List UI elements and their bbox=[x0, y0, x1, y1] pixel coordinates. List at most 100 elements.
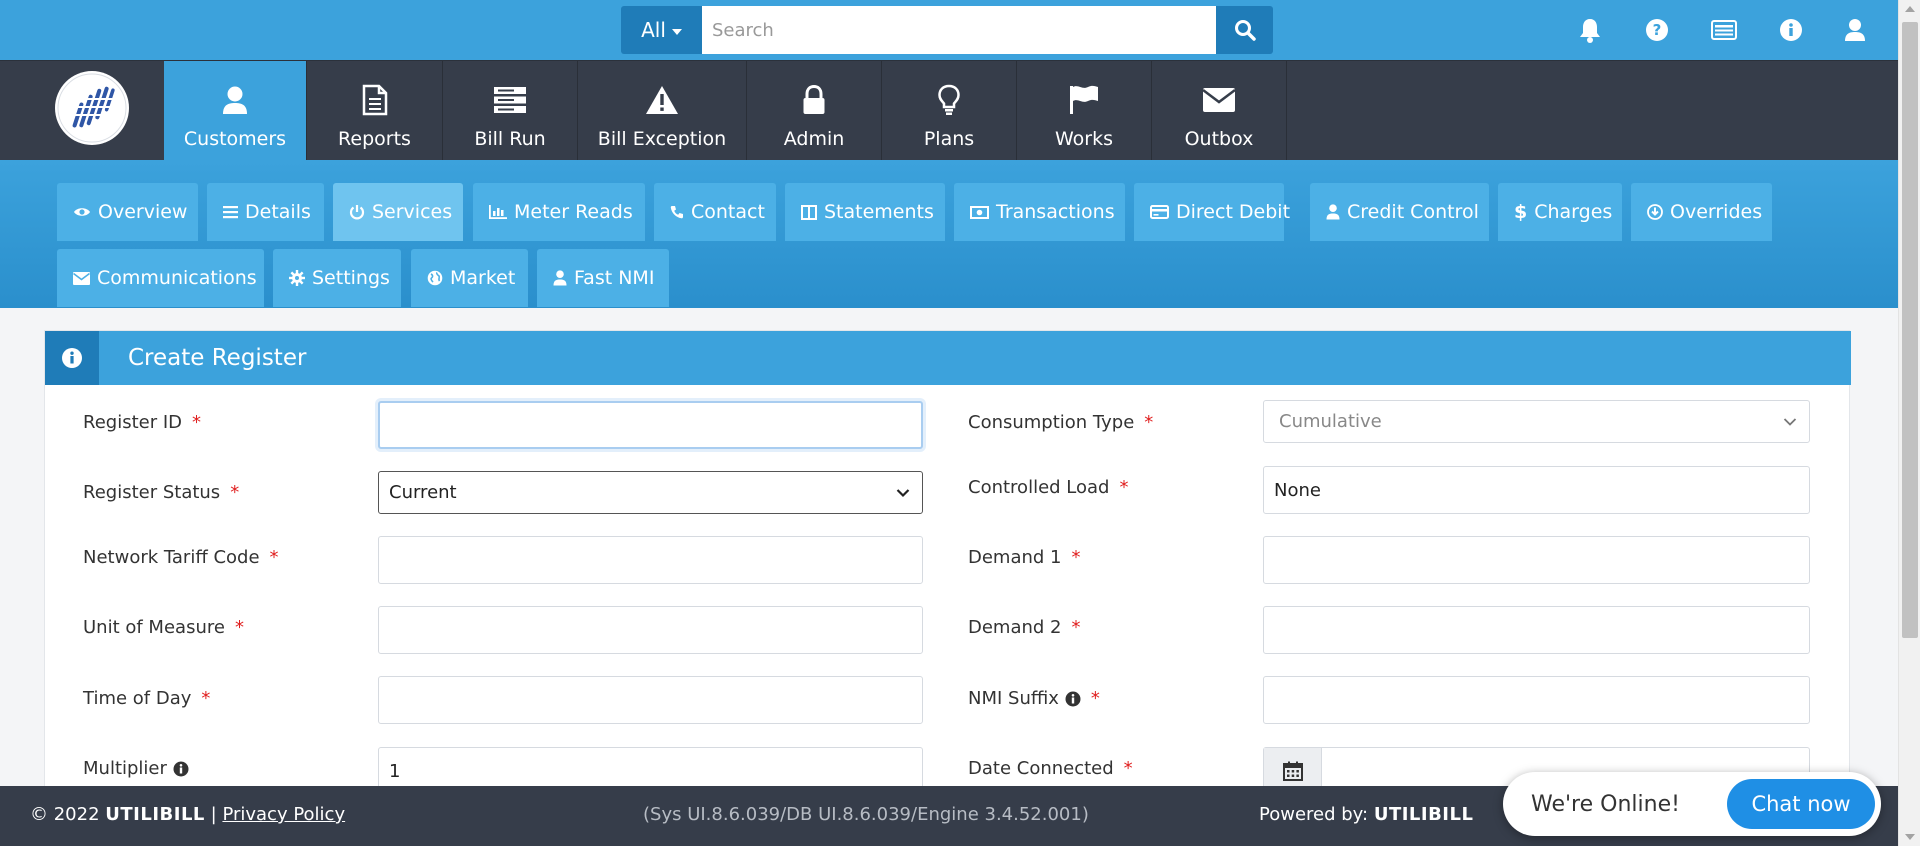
info-icon[interactable] bbox=[173, 761, 189, 777]
nav-plans[interactable]: Plans bbox=[882, 61, 1017, 161]
tab-transactions[interactable]: Transactions bbox=[954, 183, 1125, 241]
tab-statements[interactable]: Statements bbox=[785, 183, 945, 241]
register-id-label: Register ID * bbox=[83, 412, 201, 433]
required-marker: * bbox=[192, 412, 201, 433]
register-status-label: Register Status * bbox=[83, 482, 239, 503]
logo-icon bbox=[57, 73, 127, 143]
demand-1-input[interactable] bbox=[1263, 536, 1810, 584]
nmi-suffix-input[interactable] bbox=[1263, 676, 1810, 724]
globe-icon bbox=[427, 270, 443, 286]
calendar-icon bbox=[1282, 761, 1303, 781]
tab-charges-label: Charges bbox=[1534, 201, 1613, 223]
time-of-day-label: Time of Day * bbox=[83, 688, 210, 709]
svg-text:?: ? bbox=[1653, 21, 1662, 39]
notifications-button[interactable] bbox=[1575, 15, 1605, 45]
caret-down-icon bbox=[671, 28, 682, 35]
search-button[interactable] bbox=[1216, 6, 1273, 54]
nav-bill-run[interactable]: Bill Run bbox=[443, 61, 578, 161]
scroll-down-arrow-icon[interactable] bbox=[1905, 834, 1915, 840]
multiplier-label: Multiplier bbox=[83, 758, 189, 779]
tab-contact[interactable]: Contact bbox=[654, 183, 776, 241]
utilibill-logo[interactable] bbox=[55, 71, 129, 145]
user-menu-button[interactable] bbox=[1840, 15, 1870, 45]
required-marker: * bbox=[1071, 547, 1081, 568]
info-icon[interactable] bbox=[1065, 691, 1081, 707]
powered-by-text: Powered by: bbox=[1259, 804, 1369, 825]
info-icon bbox=[1780, 19, 1802, 41]
info-button[interactable] bbox=[1776, 15, 1806, 45]
demand-2-label: Demand 2 * bbox=[968, 617, 1081, 638]
search-icon bbox=[1234, 20, 1256, 41]
tab-communications[interactable]: Communications bbox=[57, 249, 264, 307]
nav-reports[interactable]: Reports bbox=[307, 61, 443, 161]
nav-admin-label: Admin bbox=[783, 128, 845, 150]
copyright-text: © 2022 bbox=[30, 804, 100, 825]
register-status-select[interactable]: Current bbox=[378, 471, 923, 514]
envelope-icon bbox=[1202, 83, 1236, 117]
help-button[interactable]: ? bbox=[1642, 15, 1672, 45]
required-marker: * bbox=[1123, 758, 1133, 779]
flag-icon bbox=[1067, 83, 1101, 117]
privacy-policy-link[interactable]: Privacy Policy bbox=[222, 804, 345, 825]
scroll-up-arrow-icon[interactable] bbox=[1905, 6, 1915, 12]
consumption-type-label: Consumption Type * bbox=[968, 412, 1153, 433]
unit-of-measure-input[interactable] bbox=[378, 606, 923, 654]
columns-icon bbox=[801, 204, 817, 220]
tab-services[interactable]: Services bbox=[333, 183, 463, 241]
tab-services-label: Services bbox=[372, 201, 453, 223]
user-icon bbox=[553, 270, 567, 286]
nav-admin[interactable]: Admin bbox=[747, 61, 882, 161]
date-connected-label: Date Connected * bbox=[968, 758, 1133, 779]
nav-bill-exception[interactable]: Bill Exception bbox=[578, 61, 747, 161]
main-nav-items: Customers Reports Bill Run Bill Exceptio… bbox=[164, 61, 1287, 161]
required-marker: * bbox=[1090, 688, 1100, 709]
tab-overrides[interactable]: Overrides bbox=[1631, 183, 1772, 241]
chat-now-button[interactable]: Chat now bbox=[1727, 779, 1875, 829]
network-tariff-code-input[interactable] bbox=[378, 536, 923, 584]
nav-outbox[interactable]: Outbox bbox=[1152, 61, 1287, 161]
global-search: All bbox=[621, 6, 1273, 54]
nav-outbox-label: Outbox bbox=[1184, 128, 1254, 150]
multiplier-label-text: Multiplier bbox=[83, 758, 167, 779]
powered-by: Powered by: UTILIBILL bbox=[1259, 804, 1473, 825]
billing-button[interactable] bbox=[1709, 15, 1739, 45]
panel-title: Create Register bbox=[128, 345, 307, 371]
consumption-type-select[interactable]: Cumulative bbox=[1263, 400, 1810, 443]
envelope-icon bbox=[73, 271, 90, 285]
user-icon bbox=[1845, 19, 1865, 41]
tab-direct-debit[interactable]: Direct Debit bbox=[1134, 183, 1290, 241]
tab-contact-label: Contact bbox=[691, 201, 765, 223]
chevron-down-icon bbox=[896, 488, 910, 497]
tab-charges[interactable]: $ Charges bbox=[1498, 183, 1622, 241]
register-id-input[interactable] bbox=[378, 401, 923, 449]
chat-widget[interactable]: We're Online! Chat now bbox=[1503, 772, 1881, 836]
tab-meter-reads[interactable]: Meter Reads bbox=[473, 183, 645, 241]
required-marker: * bbox=[234, 617, 244, 638]
tab-statements-label: Statements bbox=[824, 201, 934, 223]
eye-icon bbox=[74, 208, 90, 216]
panel-header: Create Register bbox=[45, 331, 1851, 385]
controlled-load-input[interactable] bbox=[1263, 466, 1810, 514]
tab-details[interactable]: Details bbox=[207, 183, 324, 241]
credit-card-icon bbox=[1150, 205, 1169, 219]
tab-overview[interactable]: Overview bbox=[57, 183, 198, 241]
nav-bill-exception-label: Bill Exception bbox=[597, 128, 727, 150]
demand-2-input[interactable] bbox=[1263, 606, 1810, 654]
tab-settings[interactable]: Settings bbox=[273, 249, 401, 307]
tab-market[interactable]: Market bbox=[411, 249, 528, 307]
tab-credit-control[interactable]: Credit Control bbox=[1310, 183, 1489, 241]
tab-direct-debit-label: Direct Debit bbox=[1176, 201, 1291, 223]
page-scrollbar[interactable] bbox=[1898, 0, 1920, 846]
tab-fast-nmi[interactable]: Fast NMI bbox=[537, 249, 669, 307]
scroll-thumb[interactable] bbox=[1902, 22, 1918, 638]
search-scope-dropdown[interactable]: All bbox=[621, 6, 702, 54]
required-marker: * bbox=[201, 688, 211, 709]
nav-customers[interactable]: Customers bbox=[164, 61, 307, 161]
search-input[interactable] bbox=[702, 6, 1216, 54]
nav-works[interactable]: Works bbox=[1017, 61, 1152, 161]
network-tariff-code-label-text: Network Tariff Code bbox=[83, 547, 260, 568]
tab-settings-label: Settings bbox=[312, 267, 390, 289]
unit-of-measure-label: Unit of Measure * bbox=[83, 617, 244, 638]
time-of-day-input[interactable] bbox=[378, 676, 923, 724]
bar-chart-icon bbox=[489, 205, 507, 219]
